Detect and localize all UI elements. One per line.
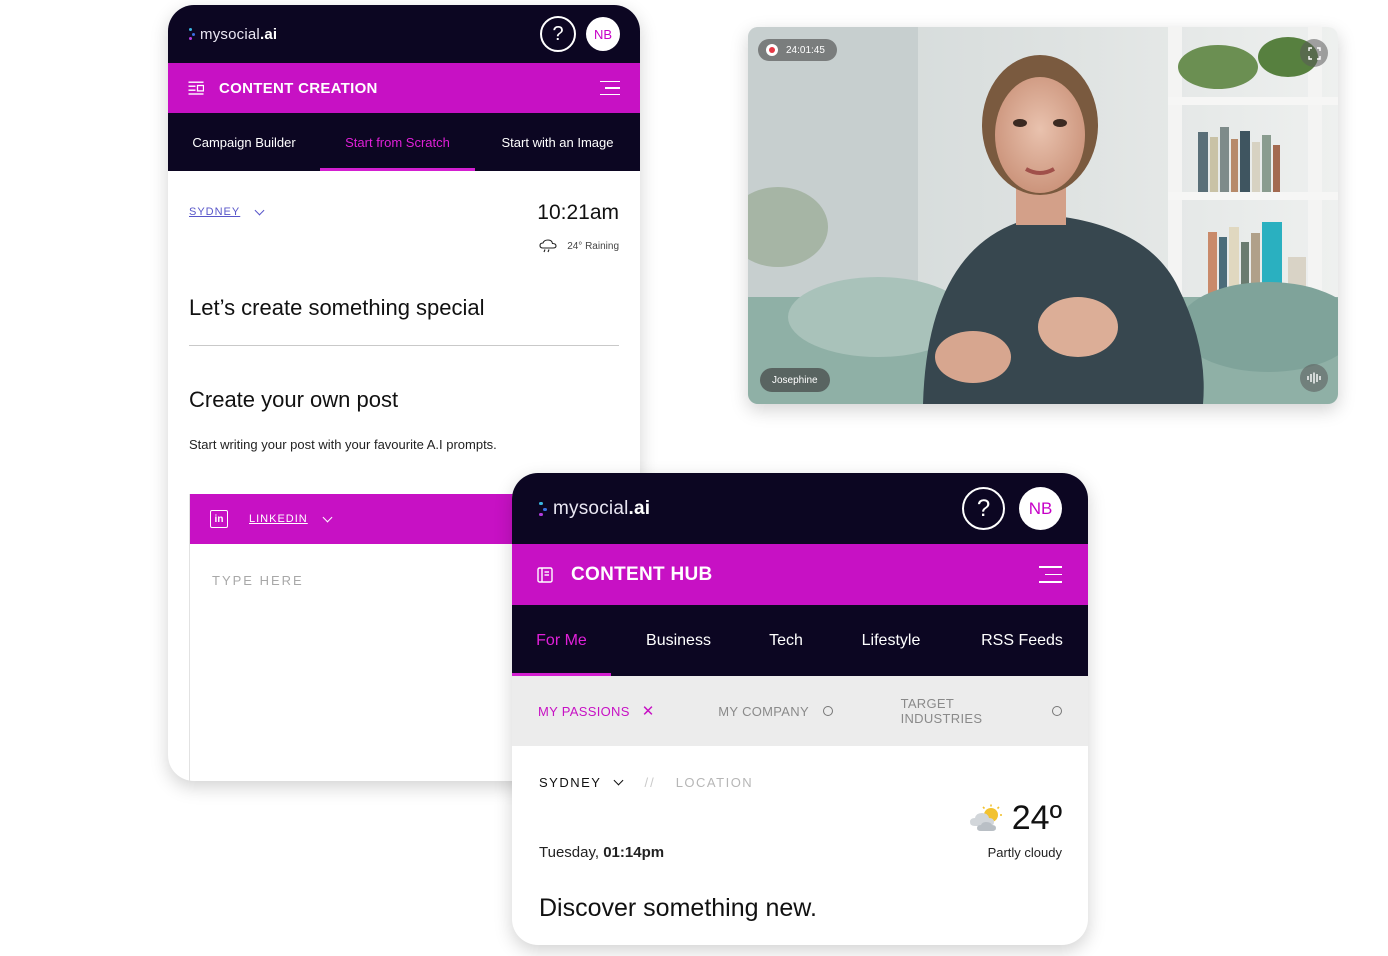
section-header: CONTENT HUB	[512, 544, 1088, 605]
radio-circle-icon[interactable]	[822, 706, 833, 716]
filter-label: MY COMPANY	[718, 703, 809, 719]
participant-name: Josephine	[760, 368, 830, 392]
tab-tech[interactable]: Tech	[746, 605, 826, 676]
tab-rss-feeds[interactable]: RSS Feeds	[956, 605, 1088, 676]
recording-timer: 24:01:45	[758, 39, 837, 61]
post-text-input[interactable]: TYPE HERE	[212, 573, 304, 588]
location-link[interactable]: SYDNEY	[189, 206, 240, 218]
audio-wave-icon[interactable]	[1300, 364, 1328, 392]
location-separator: //	[644, 775, 656, 790]
mysocial-logo[interactable]: mysocial .ai	[188, 26, 277, 43]
tab-start-with-image[interactable]: Start with an Image	[475, 113, 640, 171]
filter-label: MY PASSIONS	[538, 703, 630, 719]
top-bar: mysocial .ai ? NB	[168, 5, 640, 63]
current-time: 10:21am	[537, 201, 619, 224]
audio-wave-glyph	[1307, 372, 1321, 384]
top-bar: mysocial .ai ? NB	[512, 473, 1088, 544]
weather-text: 24° Raining	[567, 240, 619, 252]
post-description: Start writing your post with your favour…	[189, 437, 497, 452]
help-button[interactable]: ?	[962, 487, 1005, 530]
user-avatar[interactable]: NB	[1019, 487, 1062, 530]
timer-text: 24:01:45	[786, 44, 825, 56]
content-hub-icon	[537, 566, 553, 583]
hub-content: SYDNEY // LOCATION 24º Partly cloudy Tue	[512, 746, 1088, 945]
divider	[189, 345, 619, 346]
filter-target-industries[interactable]: TARGET INDUSTRIES	[901, 696, 1062, 726]
section-header: CONTENT CREATION	[168, 63, 640, 113]
logo-dots-icon	[538, 500, 550, 518]
logo-ai-text: .ai	[628, 497, 651, 519]
tab-business[interactable]: Business	[611, 605, 746, 676]
platform-selector[interactable]: LINKEDIN	[249, 513, 308, 525]
record-icon	[766, 44, 778, 56]
weather-info: 24° Raining	[539, 239, 619, 253]
chevron-down-icon[interactable]	[322, 512, 333, 522]
logo-dots-icon	[188, 27, 198, 41]
content-hub-card: mysocial .ai ? NB CONTENT HUB For Me Busi…	[512, 473, 1088, 945]
user-avatar[interactable]: NB	[586, 17, 620, 51]
logo-text: mysocial	[200, 25, 260, 43]
menu-icon[interactable]	[600, 78, 620, 98]
location-selector[interactable]: SYDNEY	[539, 775, 601, 790]
section-title: CONTENT HUB	[571, 563, 713, 585]
date-text: Tuesday,	[539, 844, 604, 861]
help-button[interactable]: ?	[540, 16, 576, 52]
filter-label: TARGET INDUSTRIES	[900, 696, 983, 726]
chevron-down-icon[interactable]	[254, 205, 265, 215]
logo-text: mysocial	[553, 497, 629, 519]
video-frame	[748, 27, 1338, 404]
location-row: SYDNEY // LOCATION	[539, 775, 753, 790]
chevron-down-icon[interactable]	[614, 775, 624, 786]
tab-campaign-builder[interactable]: Campaign Builder	[168, 113, 320, 171]
logo-ai-text: .ai	[259, 25, 278, 43]
filter-my-passions[interactable]: MY PASSIONS ✕	[538, 702, 718, 720]
close-icon[interactable]: ✕	[642, 702, 655, 720]
location-selector[interactable]: SYDNEY	[189, 205, 265, 218]
weather-condition: Partly cloudy	[987, 845, 1062, 860]
page-heading: Let’s create something special	[189, 295, 485, 320]
tab-bar: For Me Business Tech Lifestyle RSS Feeds	[512, 605, 1088, 676]
video-call-tile[interactable]: 24:01:45 Josephine	[748, 27, 1338, 404]
temperature: 24º	[1011, 799, 1062, 837]
rain-cloud-icon	[539, 239, 557, 253]
mysocial-logo[interactable]: mysocial .ai	[538, 498, 650, 520]
page-heading: Discover something new.	[539, 894, 817, 922]
tab-for-me[interactable]: For Me	[512, 605, 611, 676]
linkedin-icon: in	[210, 510, 228, 528]
tab-lifestyle[interactable]: Lifestyle	[826, 605, 956, 676]
time-text: 01:14pm	[603, 844, 665, 861]
tab-bar: Campaign Builder Start from Scratch Star…	[168, 113, 640, 171]
fullscreen-icon[interactable]	[1300, 39, 1328, 67]
partly-cloudy-icon	[969, 804, 1002, 831]
post-heading: Create your own post	[189, 387, 399, 412]
section-title: CONTENT CREATION	[219, 79, 378, 97]
content-creation-icon	[188, 81, 204, 95]
tab-start-from-scratch[interactable]: Start from Scratch	[320, 113, 475, 171]
weather-widget: 24º	[968, 799, 1062, 838]
radio-circle-icon[interactable]	[1052, 706, 1062, 716]
date-time: Tuesday, 01:14pm	[539, 844, 664, 861]
fullscreen-glyph	[1307, 46, 1321, 60]
filter-bar: MY PASSIONS ✕ MY COMPANY TARGET INDUSTRI…	[512, 676, 1088, 746]
location-input[interactable]: LOCATION	[676, 775, 754, 790]
filter-my-company[interactable]: MY COMPANY	[718, 704, 900, 719]
menu-icon[interactable]	[1039, 563, 1062, 586]
